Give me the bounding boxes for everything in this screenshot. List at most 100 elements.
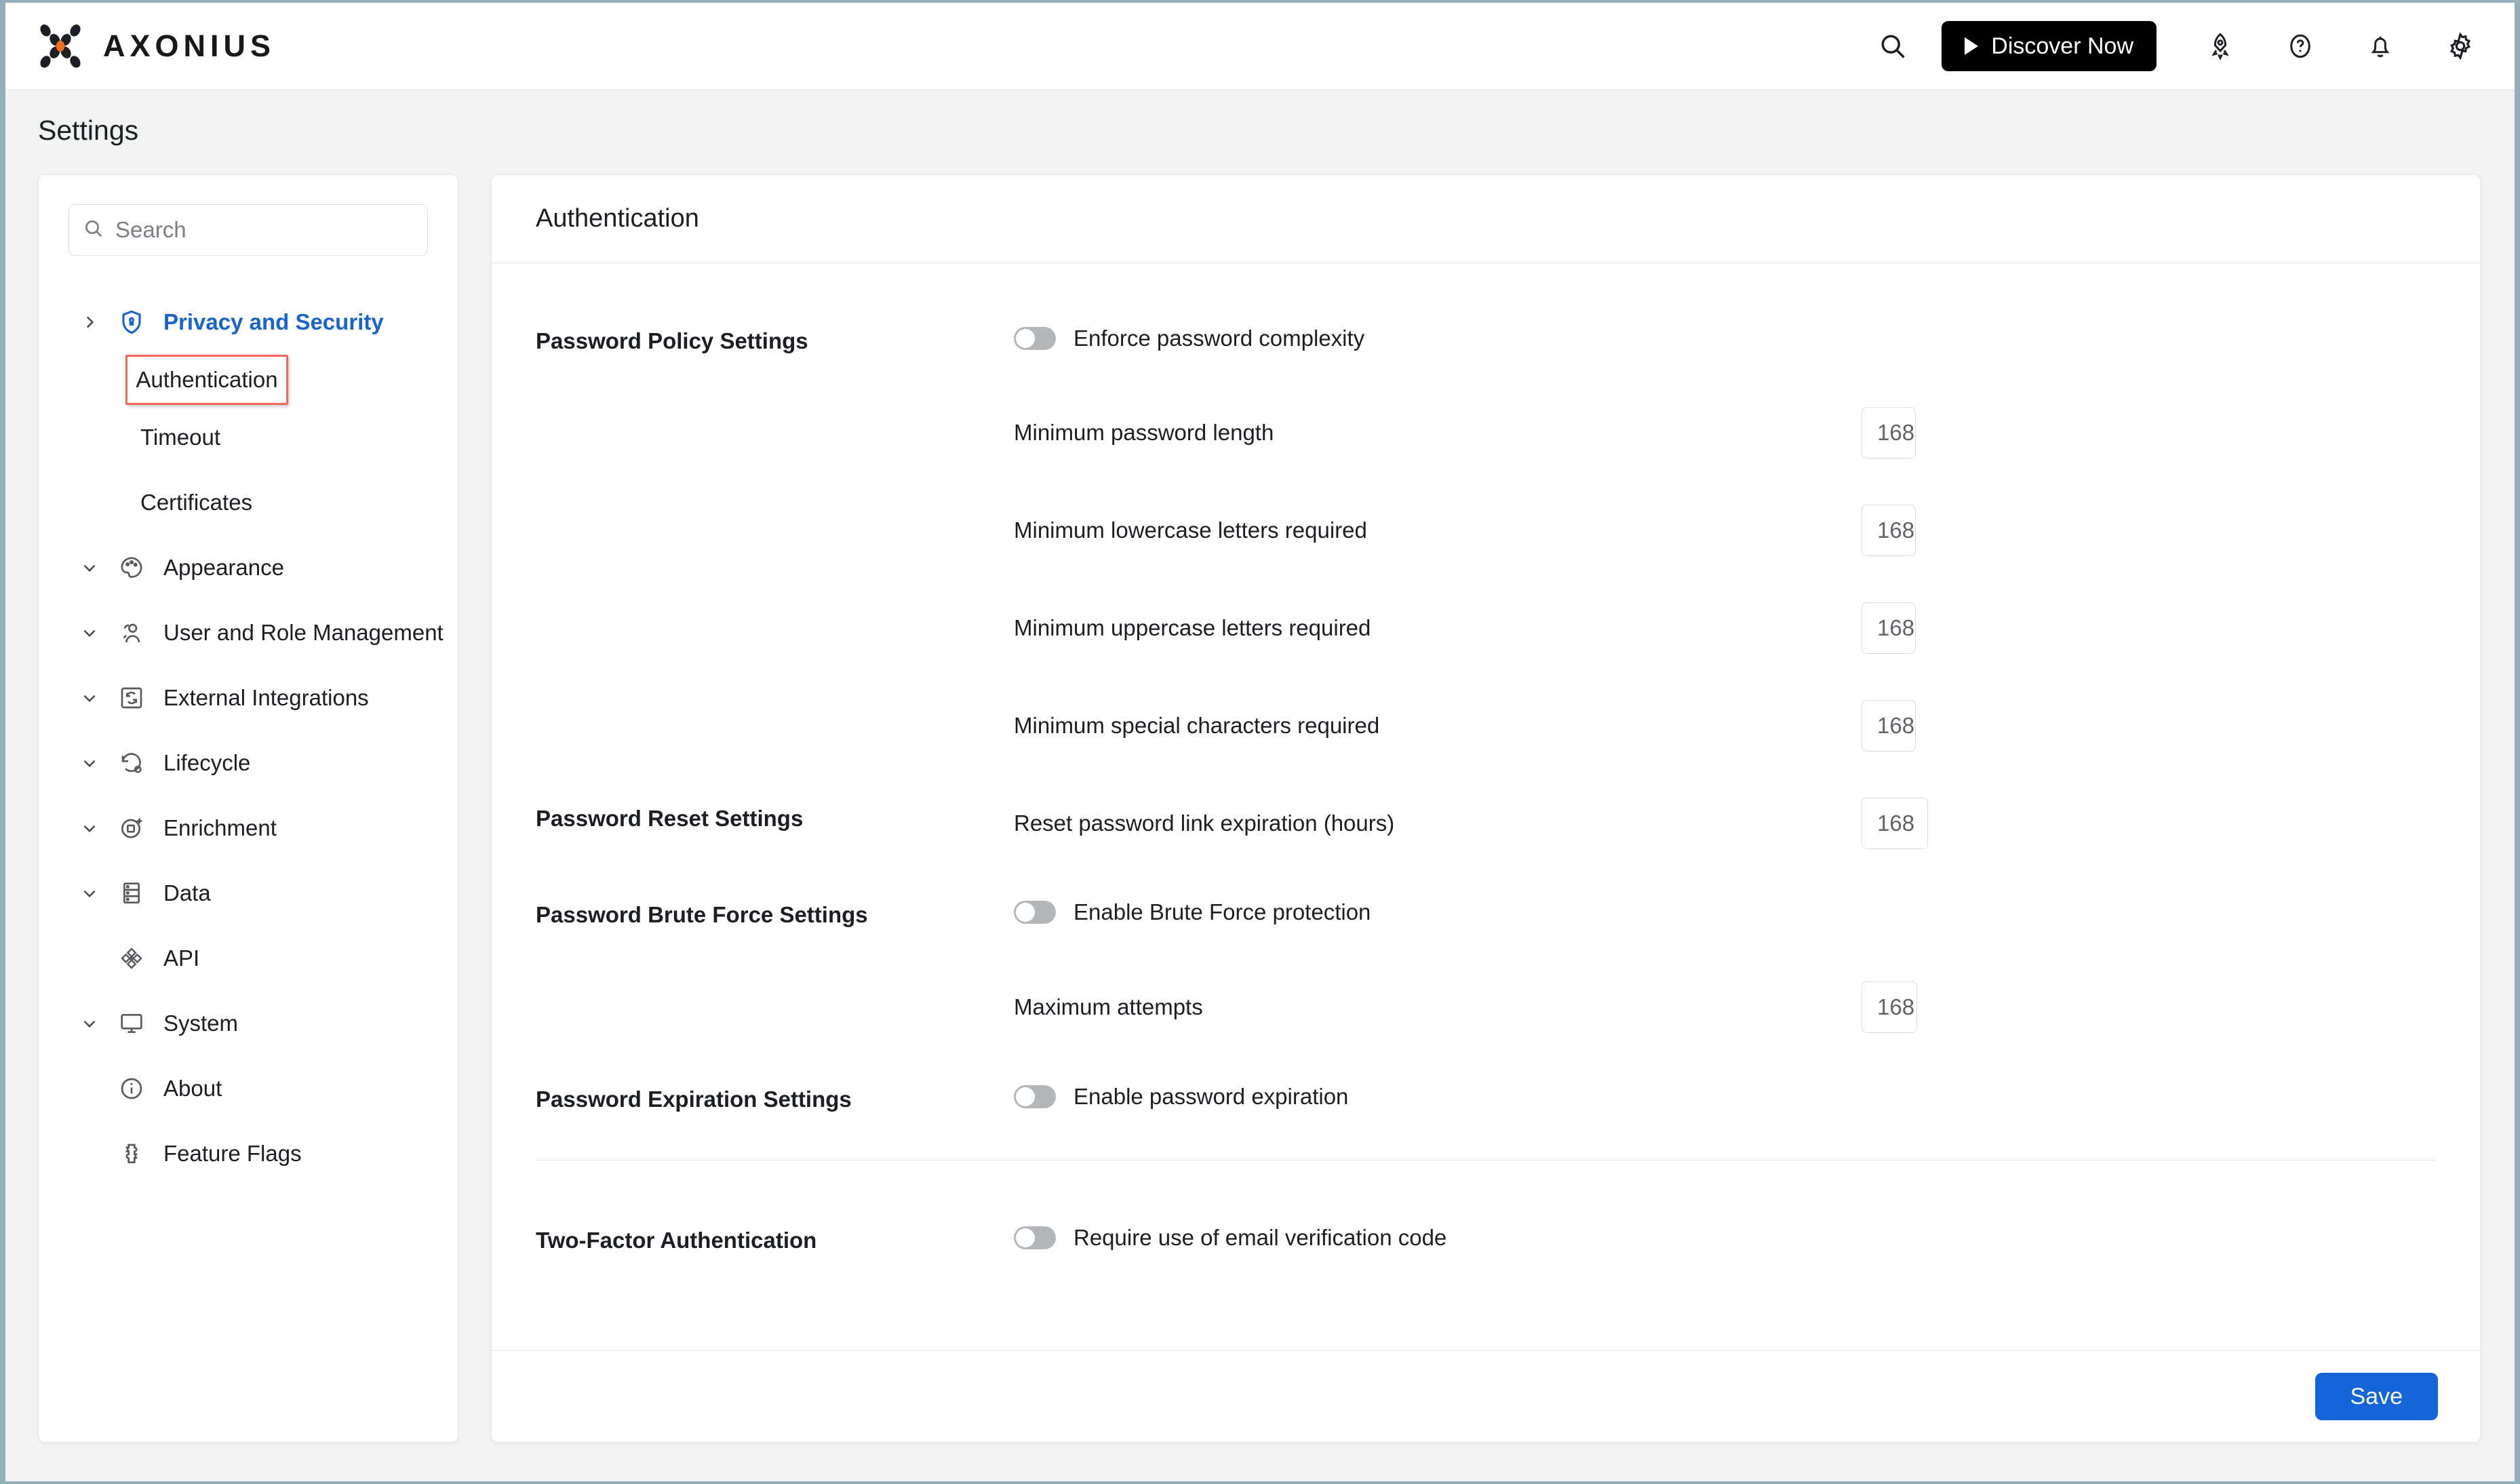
question-circle-icon[interactable] [2275, 20, 2326, 72]
enable-brute-force-protection-label: Enable Brute Force protection [1074, 899, 1371, 925]
sidebar-item-certificates[interactable]: Certificates [39, 470, 458, 535]
chevron-down-icon[interactable] [78, 689, 101, 707]
axonius-logo-icon [35, 21, 85, 71]
maximum-attempts-input[interactable]: 168 [1862, 981, 1917, 1033]
section-title-two-factor: Two-Factor Authentication [536, 1228, 816, 1253]
sidebar-subitem-label: Timeout [140, 425, 220, 450]
minimum-lowercase-label-row: Minimum lowercase letters required [1014, 518, 1367, 543]
enable-password-expiration-toggle[interactable] [1014, 1085, 1056, 1108]
minimum-password-length-label: Minimum password length [1014, 420, 1274, 446]
sidebar-item-api[interactable]: API [39, 926, 458, 991]
search-input[interactable] [115, 217, 414, 243]
sidebar-search[interactable] [68, 204, 428, 256]
authentication-settings-panel: Authentication Password Policy Settings … [491, 174, 2481, 1443]
sidebar-item-label: About [163, 1076, 222, 1101]
enforce-password-complexity-row: Enforce password complexity [1014, 326, 1364, 351]
chevron-down-icon[interactable] [78, 819, 101, 837]
sidebar-nav: Privacy and Security Authentication Time… [39, 290, 458, 1186]
gear-icon[interactable] [2435, 20, 2486, 72]
bell-icon[interactable] [2355, 20, 2406, 72]
palette-icon [116, 554, 147, 581]
panel-title: Authentication [536, 204, 699, 233]
sidebar-item-label: Enrichment [163, 815, 277, 841]
section-title-password-expiration: Password Expiration Settings [536, 1087, 852, 1112]
sidebar-item-feature-flags[interactable]: Feature Flags [39, 1121, 458, 1186]
reset-password-link-expiration-input[interactable]: 168 [1862, 798, 1928, 849]
app-viewport: AXONIUS Discover Now [5, 3, 2515, 1481]
require-email-verification-code-toggle[interactable] [1014, 1226, 1056, 1249]
sidebar-item-appearance[interactable]: Appearance [39, 535, 458, 600]
section-title-password-reset: Password Reset Settings [536, 806, 803, 832]
sidebar-item-authentication[interactable]: Authentication [125, 355, 288, 405]
chevron-down-icon[interactable] [78, 884, 101, 902]
maximum-attempts-label-row: Maximum attempts [1014, 994, 1203, 1020]
enable-password-expiration-row: Enable password expiration [1014, 1084, 1348, 1110]
history-gear-icon [116, 749, 147, 777]
sync-box-icon [116, 684, 147, 711]
chevron-down-icon[interactable] [78, 624, 101, 642]
require-email-verification-code-label: Require use of email verification code [1074, 1225, 1446, 1251]
panel-footer: Save [492, 1350, 2480, 1442]
brand-logo-group[interactable]: AXONIUS [35, 21, 275, 71]
sidebar-item-timeout[interactable]: Timeout [39, 405, 458, 470]
maximum-attempts-label: Maximum attempts [1014, 994, 1203, 1020]
search-icon[interactable] [1867, 20, 1918, 72]
chevron-down-icon[interactable] [78, 754, 101, 772]
section-title-brute-force: Password Brute Force Settings [536, 902, 868, 928]
sidebar-item-lifecycle[interactable]: Lifecycle [39, 730, 458, 796]
enable-password-expiration-label: Enable password expiration [1074, 1084, 1348, 1110]
reset-link-expiration-label-row: Reset password link expiration (hours) [1014, 811, 1394, 836]
minimum-special-characters-label: Minimum special characters required [1014, 713, 1379, 739]
users-icon [116, 619, 147, 646]
sidebar-item-label: Privacy and Security [163, 309, 384, 335]
sidebar-item-user-and-role-management[interactable]: User and Role Management [39, 600, 458, 665]
sidebar-item-external-integrations[interactable]: External Integrations [39, 665, 458, 730]
chevron-right-icon[interactable] [78, 313, 101, 331]
puzzle-icon [116, 1140, 147, 1167]
enable-brute-force-row: Enable Brute Force protection [1014, 899, 1371, 925]
minimum-password-length-label-row: Minimum password length [1014, 420, 1274, 446]
sidebar-item-enrichment[interactable]: Enrichment [39, 796, 458, 861]
chevron-down-icon[interactable] [78, 559, 101, 577]
require-email-verification-row: Require use of email verification code [1014, 1225, 1446, 1251]
minimum-password-length-input[interactable]: 168 [1862, 407, 1916, 458]
minimum-uppercase-letters-input[interactable]: 168 [1862, 602, 1916, 654]
sidebar-subitem-label: Certificates [140, 490, 252, 515]
sidebar-item-label: Feature Flags [163, 1141, 302, 1167]
api-diamond-icon [116, 945, 147, 972]
minimum-uppercase-letters-label: Minimum uppercase letters required [1014, 615, 1371, 641]
sidebar-item-label: Data [163, 880, 211, 906]
enforce-password-complexity-toggle[interactable] [1014, 327, 1056, 350]
sidebar-item-system[interactable]: System [39, 991, 458, 1056]
sidebar-item-about[interactable]: About [39, 1056, 458, 1121]
sidebar-item-label: External Integrations [163, 685, 369, 711]
play-icon [1965, 37, 1978, 55]
sidebar-item-label: User and Role Management [163, 620, 444, 646]
sidebar-item-label: Appearance [163, 555, 284, 581]
sidebar-item-privacy-and-security[interactable]: Privacy and Security [39, 290, 458, 355]
enrich-plus-icon [116, 815, 147, 842]
reset-password-link-expiration-label: Reset password link expiration (hours) [1014, 811, 1394, 836]
search-icon [83, 218, 104, 243]
page-title: Settings [38, 115, 138, 147]
save-button[interactable]: Save [2315, 1373, 2439, 1420]
chevron-down-icon[interactable] [78, 1015, 101, 1032]
sidebar-item-label: Lifecycle [163, 750, 250, 776]
minimum-lowercase-letters-input[interactable]: 168 [1862, 505, 1916, 556]
shield-lock-icon [116, 309, 147, 336]
top-navigation-bar: AXONIUS Discover Now [5, 3, 2515, 90]
sidebar-item-label: API [163, 945, 199, 971]
settings-sidebar: Privacy and Security Authentication Time… [38, 174, 458, 1443]
sidebar-item-data[interactable]: Data [39, 861, 458, 926]
sidebar-subitem-label: Authentication [136, 367, 277, 393]
discover-now-button[interactable]: Discover Now [1942, 21, 2157, 71]
minimum-uppercase-label-row: Minimum uppercase letters required [1014, 615, 1371, 641]
server-icon [116, 880, 147, 907]
info-circle-icon [116, 1075, 147, 1102]
rocket-icon[interactable] [2194, 20, 2246, 72]
sidebar-item-label: System [163, 1011, 238, 1036]
section-title-password-policy: Password Policy Settings [536, 328, 808, 354]
enable-brute-force-protection-toggle[interactable] [1014, 901, 1056, 924]
minimum-special-characters-input[interactable]: 168 [1862, 700, 1916, 751]
panel-header: Authentication [492, 175, 2480, 263]
